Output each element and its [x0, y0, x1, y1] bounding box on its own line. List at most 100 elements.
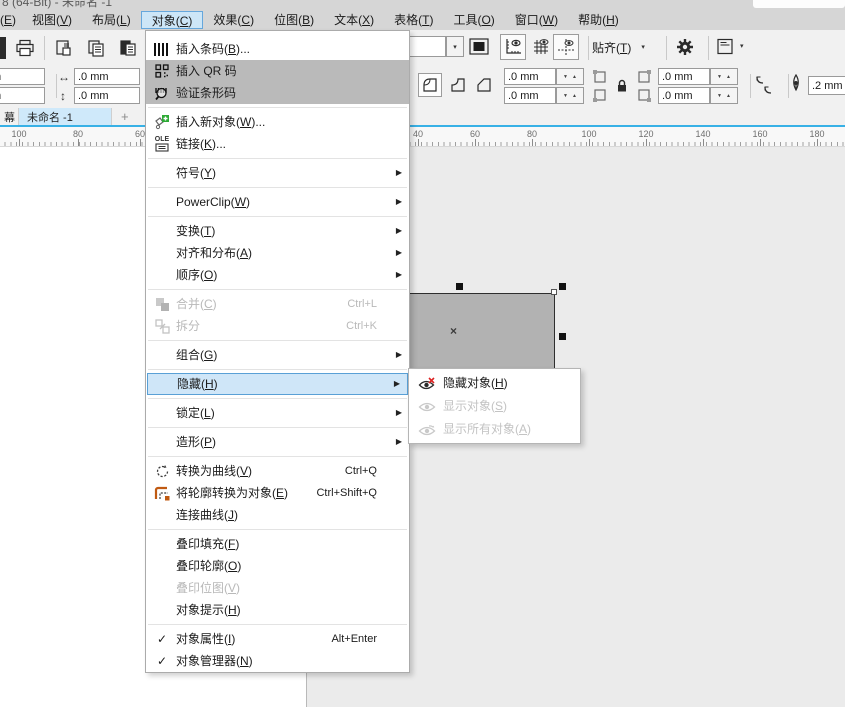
- menubar-item-text[interactable]: 文本(X): [324, 10, 384, 30]
- chevron-down-icon[interactable]: ▾: [740, 42, 744, 50]
- print-button[interactable]: [12, 35, 38, 61]
- new-document-tab-button[interactable]: +: [112, 108, 138, 125]
- title-bar: 8 (64-Bit) - 未命名 -1: [0, 0, 845, 10]
- submenu-item-hide-objects[interactable]: 隐藏对象(H): [409, 372, 580, 395]
- menu-separator: [148, 340, 407, 341]
- combine-icon: [152, 293, 172, 315]
- submenu-arrow-icon: ▶: [396, 344, 402, 366]
- fullscreen-preview-button[interactable]: [466, 34, 492, 60]
- ruler-label: 160: [752, 129, 767, 139]
- spin-down-icon[interactable]: ▼: [563, 74, 568, 80]
- paste-button[interactable]: [115, 35, 141, 61]
- menu-item-links[interactable]: OLE 链接(K)...: [146, 133, 409, 155]
- menubar-item-object[interactable]: 对象(C): [141, 11, 204, 29]
- corner-tl-spinner[interactable]: ▼▲: [556, 68, 584, 85]
- paste-special-button[interactable]: [51, 35, 77, 61]
- menu-item-powerclip[interactable]: PowerClip(W) ▶: [146, 191, 409, 213]
- menu-item-shaping[interactable]: 造形(P) ▶: [146, 431, 409, 453]
- spin-down-icon[interactable]: ▼: [563, 93, 568, 99]
- menu-item-overprint-fill[interactable]: 叠印填充(F): [146, 533, 409, 555]
- check-icon: ✓: [152, 628, 172, 650]
- options-button[interactable]: [672, 34, 698, 60]
- chamfered-corner-button[interactable]: [472, 73, 496, 97]
- show-object-icon: [417, 395, 437, 418]
- menu-item-align-distribute[interactable]: 对齐和分布(A) ▶: [146, 242, 409, 264]
- menubar-item-bitmaps[interactable]: 位图(B): [264, 10, 324, 30]
- selection-handle-top-right[interactable]: [559, 283, 566, 290]
- spin-up-icon[interactable]: ▲: [572, 74, 577, 80]
- corner-tr-spinner[interactable]: ▼▲: [710, 68, 738, 85]
- ruler-visibility-icon: [503, 37, 523, 57]
- scalloped-corner-icon: [449, 76, 467, 94]
- selection-handle-top[interactable]: [456, 283, 463, 290]
- menu-item-object-properties[interactable]: ✓ 对象属性(I) Alt+Enter: [146, 628, 409, 650]
- menu-item-insert-qr-code[interactable]: 插入 QR 码: [146, 60, 409, 82]
- round-corner-button[interactable]: [418, 73, 442, 97]
- menu-item-convert-to-curves[interactable]: 转换为曲线(V) Ctrl+Q: [146, 460, 409, 482]
- menu-item-validate-barcode[interactable]: 验证条形码: [146, 82, 409, 104]
- insert-new-object-icon: [152, 111, 172, 133]
- corner-bl-spinner[interactable]: ▼▲: [556, 87, 584, 104]
- document-options-button[interactable]: [712, 34, 738, 60]
- menu-item-order[interactable]: 顺序(O) ▶: [146, 264, 409, 286]
- menubar-item-window[interactable]: 窗口(W): [505, 10, 568, 30]
- menu-item-lock[interactable]: 锁定(L) ▶: [146, 402, 409, 424]
- menu-item-insert-new-object[interactable]: 插入新对象(W)...: [146, 111, 409, 133]
- menu-item-insert-barcode[interactable]: 插入条码(B)...: [146, 38, 409, 60]
- menubar-item-help[interactable]: 帮助(H): [568, 10, 629, 30]
- scale-height-field[interactable]: .0 mm: [74, 87, 140, 104]
- zoom-level-combo[interactable]: [408, 36, 446, 57]
- menu-item-group[interactable]: 组合(G) ▶: [146, 344, 409, 366]
- tab-untitled-document[interactable]: 未命名 -1: [19, 108, 112, 125]
- ruler-label: 80: [527, 129, 537, 139]
- show-guidelines-button[interactable]: [553, 34, 579, 60]
- combo-dropdown-button[interactable]: ▾: [446, 36, 464, 57]
- menu-separator: [148, 216, 407, 217]
- outline-width-field[interactable]: .2 mm: [808, 76, 845, 95]
- titlebar-search-box[interactable]: [753, 0, 845, 8]
- relative-corner-scaling-button[interactable]: [752, 73, 776, 97]
- menu-item-convert-outline-to-object[interactable]: 将轮廓转换为对象(E) Ctrl+Shift+Q: [146, 482, 409, 504]
- menubar-item-edit[interactable]: (E): [0, 10, 22, 30]
- menu-item-transform[interactable]: 变换(T) ▶: [146, 220, 409, 242]
- lock-corners-icon[interactable]: [616, 79, 628, 93]
- corner-radius-bl-field[interactable]: .0 mm: [504, 87, 556, 104]
- corner-radius-tl-field[interactable]: .0 mm: [504, 68, 556, 85]
- show-rulers-button[interactable]: [500, 34, 526, 60]
- property-bar: m m ↔ .0 mm ↕ .0 mm .0 mm ▼▲ .0 mm ▼▲: [0, 65, 845, 109]
- spin-down-icon[interactable]: ▼: [717, 93, 722, 99]
- menu-item-symbol[interactable]: 符号(Y) ▶: [146, 162, 409, 184]
- spin-up-icon[interactable]: ▲: [726, 93, 731, 99]
- menubar-item-tools[interactable]: 工具(O): [443, 10, 504, 30]
- corner-radius-br-field[interactable]: .0 mm: [658, 87, 710, 104]
- selection-handle-right[interactable]: [559, 333, 566, 340]
- menubar-item-layout[interactable]: 布局(L): [82, 10, 141, 30]
- rectangle-corner-node[interactable]: [551, 289, 557, 295]
- tab-welcome-screen[interactable]: 幕: [0, 108, 19, 125]
- menu-separator: [148, 427, 407, 428]
- show-grid-button[interactable]: [528, 34, 554, 60]
- object-size-height-field[interactable]: m: [0, 87, 45, 104]
- corner-radius-tr-field[interactable]: .0 mm: [658, 68, 710, 85]
- menu-item-join-curves[interactable]: 连接曲线(J): [146, 504, 409, 526]
- corner-br-spinner[interactable]: ▼▲: [710, 87, 738, 104]
- object-size-width-field[interactable]: m: [0, 68, 45, 85]
- spin-up-icon[interactable]: ▲: [572, 93, 577, 99]
- menu-separator: [148, 398, 407, 399]
- menubar-item-view[interactable]: 视图(V): [22, 10, 82, 30]
- corner-select-br-icon: [636, 87, 652, 103]
- menu-item-overprint-outline[interactable]: 叠印轮廓(O): [146, 555, 409, 577]
- spin-up-icon[interactable]: ▲: [726, 74, 731, 80]
- spin-down-icon[interactable]: ▼: [717, 74, 722, 80]
- menu-item-object-hinting[interactable]: 对象提示(H): [146, 599, 409, 621]
- menu-separator: [148, 456, 407, 457]
- copy-button[interactable]: [83, 35, 109, 61]
- menu-item-hide[interactable]: 隐藏(H) ▶: [147, 373, 408, 395]
- fullscreen-preview-icon: [468, 37, 490, 57]
- menubar-item-effects[interactable]: 效果(C): [203, 10, 264, 30]
- scale-width-field[interactable]: .0 mm: [74, 68, 140, 85]
- menu-item-object-manager[interactable]: ✓ 对象管理器(N): [146, 650, 409, 672]
- snap-to-dropdown[interactable]: 贴齐(T) ▾: [592, 37, 645, 57]
- scalloped-corner-button[interactable]: [446, 73, 470, 97]
- menubar-item-table[interactable]: 表格(T): [384, 10, 443, 30]
